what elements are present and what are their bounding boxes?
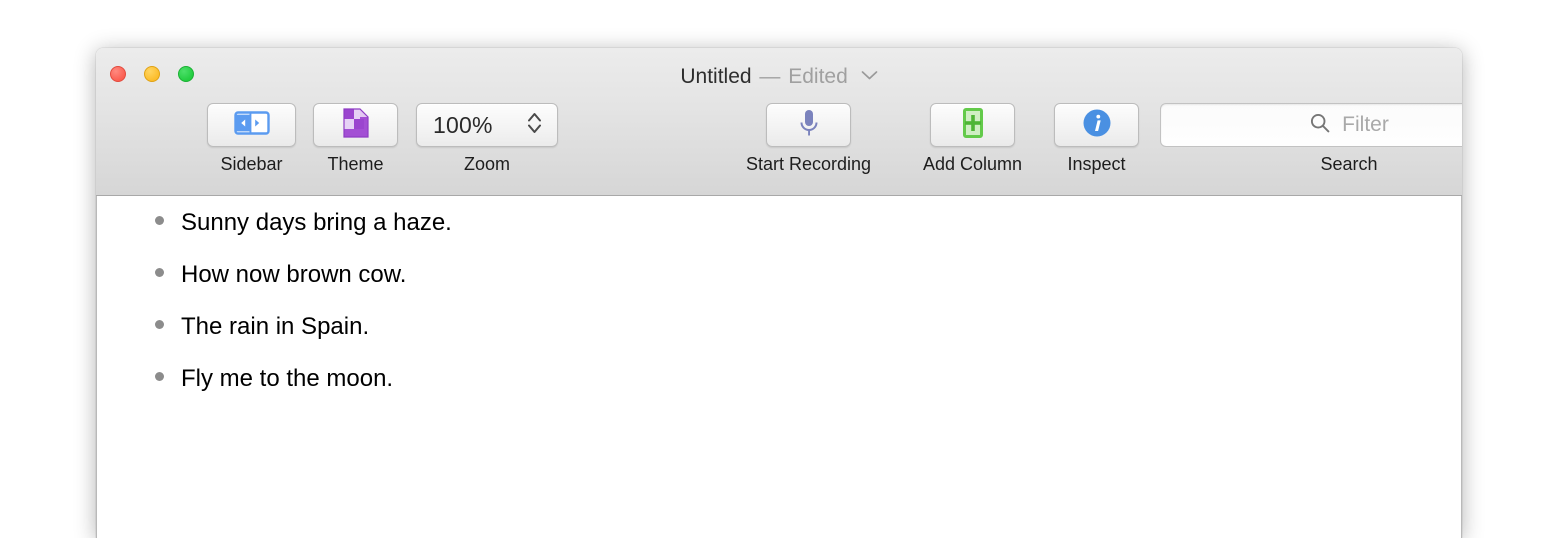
title-separator: — [759,65,781,88]
sidebar-label: Sidebar [220,154,283,174]
list-item[interactable]: Sunny days bring a haze. [97,208,1461,260]
zoom-value: 100% [433,111,493,138]
toolbar-item-zoom[interactable]: 100% Zoom [416,103,558,175]
stepper-updown-icon[interactable] [526,109,543,142]
edited-status: Edited [788,65,848,88]
bullet-point-icon [155,320,164,329]
zoom-stepper[interactable]: 100% [416,103,558,147]
list-item[interactable]: The rain in Spain. [97,312,1461,364]
start-recording-label: Start Recording [745,154,872,174]
toolbar-item-sidebar[interactable]: Sidebar [207,103,296,175]
bullet-point-icon [155,216,164,225]
list-item-text: Fly me to the moon. [181,365,394,392]
zoom-label: Zoom [463,154,510,174]
search-label: Search [1320,154,1378,174]
toolbar-item-theme[interactable]: Theme [313,103,398,175]
add-column-button[interactable] [930,103,1015,147]
list-item[interactable]: How now brown cow. [97,260,1461,312]
microphone-icon [796,107,822,144]
theme-document-icon [341,107,371,144]
add-column-plus-icon [960,107,986,144]
theme-label: Theme [327,154,384,174]
sidebar-toggle-icon [232,108,272,143]
toolbar-item-add-column[interactable]: Add Column [908,103,1037,175]
list-item-text: Sunny days bring a haze. [181,209,452,236]
toolbar-item-inspect[interactable]: Inspect [1054,103,1139,175]
theme-button[interactable] [313,103,398,147]
document-content-area[interactable]: Sunny days bring a haze. How now brown co… [96,196,1462,538]
bullet-point-icon [155,268,164,277]
inspect-button[interactable] [1054,103,1139,147]
list-item-text: The rain in Spain. [181,313,370,340]
list-item[interactable]: Fly me to the moon. [97,364,1461,416]
info-circle-icon [1081,107,1113,144]
list-item-text: How now brown cow. [181,261,407,288]
search-input[interactable]: Filter [1160,103,1462,147]
toolbar-item-search[interactable]: Filter Search [1160,103,1462,175]
toolbar-item-start-recording[interactable]: Start Recording [726,103,891,175]
sidebar-button[interactable] [207,103,296,147]
bullet-list: Sunny days bring a haze. How now brown co… [97,208,1461,416]
document-title: Untitled [680,65,752,88]
toolbar-item-row: Sidebar Theme 100% Zoom Start Recording … [96,103,1462,195]
titlebar-toolbar: Untitled — Edited Sidebar Theme 100% Zoo… [96,48,1462,196]
bullet-point-icon [155,372,164,381]
window-title[interactable]: Untitled — Edited [96,62,1462,90]
add-column-label: Add Column [922,154,1023,174]
chevron-down-icon[interactable] [861,62,878,88]
application-window: Untitled — Edited Sidebar Theme 100% Zoo… [96,48,1462,538]
start-recording-button[interactable] [766,103,851,147]
search-icon [1309,112,1331,139]
inspect-label: Inspect [1067,154,1126,174]
search-placeholder: Filter [1342,113,1389,136]
